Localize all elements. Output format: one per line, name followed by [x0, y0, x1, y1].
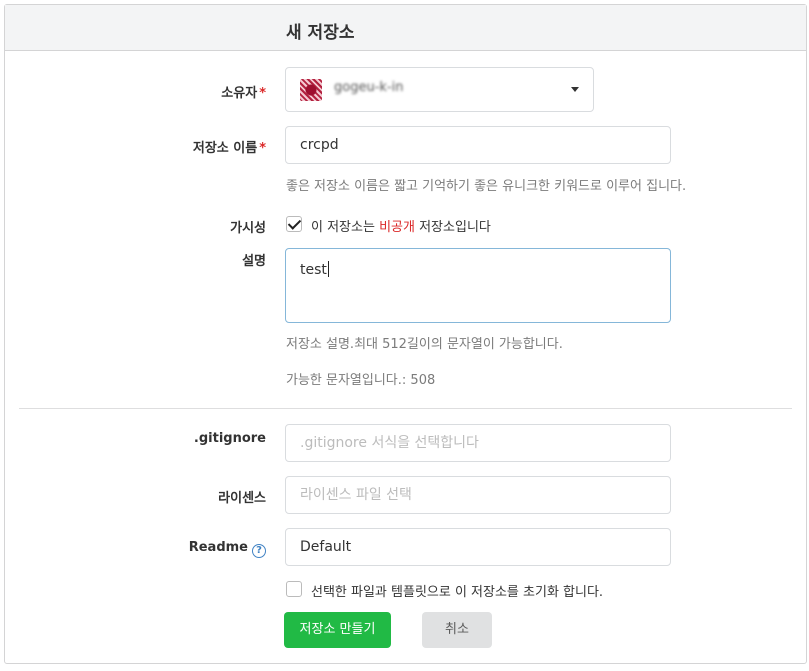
description-remaining: 가능한 문자열입니다.: 508 [286, 373, 436, 388]
panel-header: 새 저장소 [5, 5, 806, 51]
owner-name: gogeu-k-in [334, 80, 404, 95]
description-label: 설명 [242, 254, 266, 269]
license-dropdown[interactable]: 라이센스 파일 선택 [285, 476, 671, 514]
required-mark: * [259, 86, 266, 101]
divider [19, 408, 792, 409]
description-value: test [300, 262, 327, 278]
owner-label: 소유자 * [221, 86, 266, 101]
repo-name-input[interactable]: crcpd [285, 126, 671, 164]
chevron-down-icon [571, 87, 579, 92]
new-repo-panel: 새 저장소 소유자 * gogeu-k-in 저장소 이름 * crcpd 좋은 저… [4, 4, 807, 664]
repo-name-label: 저장소 이름 * [192, 141, 266, 156]
text-cursor [327, 261, 329, 277]
init-checkbox[interactable] [286, 581, 302, 597]
create-repo-button[interactable]: 저장소 만들기 [284, 612, 391, 648]
visibility-label: 가시성 [230, 221, 266, 236]
question-circle-icon[interactable]: ? [252, 544, 266, 558]
owner-dropdown[interactable]: gogeu-k-in [285, 67, 594, 112]
license-label: 라이센스 [218, 491, 266, 506]
private-checkbox[interactable] [286, 216, 302, 232]
readme-dropdown[interactable]: Default [285, 528, 671, 566]
gitignore-label: .gitignore [193, 431, 266, 446]
readme-label: Readme? [189, 540, 266, 558]
private-word: 비공개 [379, 220, 415, 235]
avatar [300, 79, 322, 101]
cancel-button[interactable]: 취소 [422, 612, 492, 648]
description-hint: 저장소 설명.최대 512길이의 문자열이 가능합니다. [286, 337, 563, 352]
gitignore-dropdown[interactable]: .gitignore 서식을 선택합니다 [285, 424, 671, 462]
repo-name-hint: 좋은 저장소 이름은 짧고 기억하기 좋은 유니크한 키워드로 이루어 집니다. [286, 179, 687, 194]
visibility-text: 이 저장소는 비공개 저장소입니다 [311, 220, 491, 235]
init-checkbox-label: 선택한 파일과 템플릿으로 이 저장소를 초기화 합니다. [311, 585, 604, 600]
page-title: 새 저장소 [286, 23, 355, 43]
required-mark: * [259, 141, 266, 156]
description-textarea[interactable]: test [285, 248, 671, 323]
